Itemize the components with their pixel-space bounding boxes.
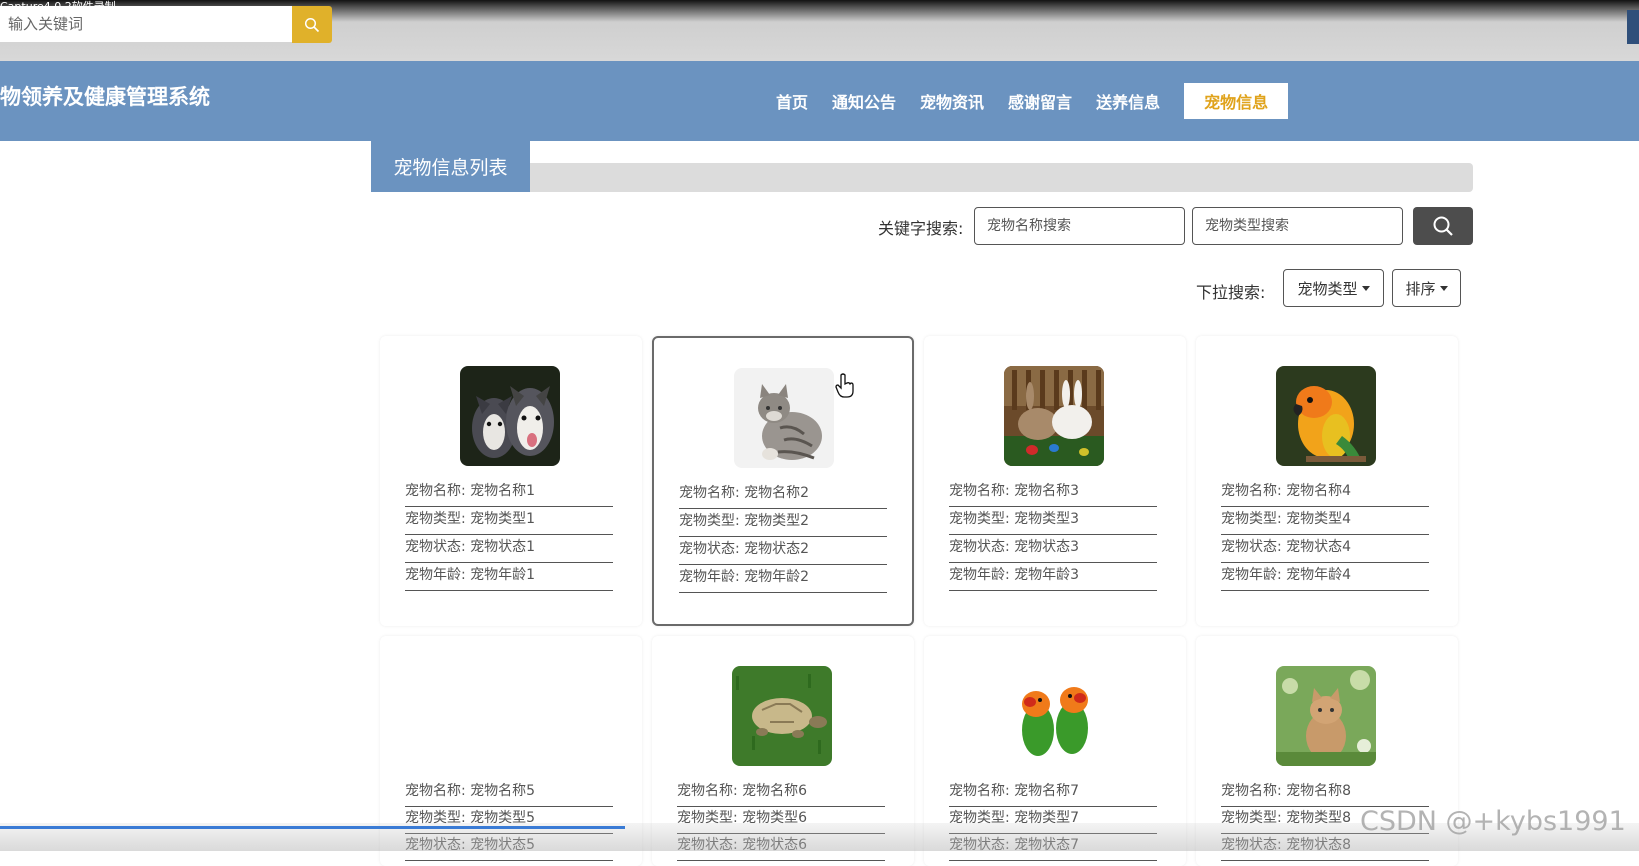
pet-name-field: 宠物名称: 宠物名称7 [949, 780, 1157, 807]
pet-type-search-input[interactable] [1192, 207, 1403, 245]
nav-notices[interactable]: 通知公告 [832, 89, 896, 113]
pet-image-kitten[interactable] [1276, 666, 1376, 766]
nav-pet-news[interactable]: 宠物资讯 [920, 89, 984, 113]
pet-age-field: 宠物年龄: 宠物年龄2 [679, 566, 887, 593]
pet-image-tortoise[interactable] [732, 666, 832, 766]
pet-status-field: 宠物状态: 宠物状态1 [405, 536, 613, 563]
pet-name-field: 宠物名称: 宠物名称8 [1221, 780, 1429, 807]
pet-type-field: 宠物类型: 宠物类型1 [405, 508, 613, 535]
window-edge [1627, 10, 1639, 44]
pet-age-field: 宠物年龄: 宠物年龄1 [405, 564, 613, 591]
main-nav: 首页 通知公告 宠物资讯 感谢留言 送养信息 宠物信息 [776, 83, 1289, 119]
keyword-search-label: 关键字搜索: [878, 219, 964, 238]
nav-thanks-messages[interactable]: 感谢留言 [1008, 89, 1072, 113]
site-header: 物领养及健康管理系统 首页 通知公告 宠物资讯 感谢留言 送养信息 宠物信息 [0, 61, 1639, 141]
pet-name-field: 宠物名称: 宠物名称6 [677, 780, 885, 807]
pet-type-dropdown[interactable]: 宠物类型 [1283, 269, 1384, 307]
pet-name-field: 宠物名称: 宠物名称2 [679, 482, 887, 509]
pet-name-field: 宠物名称: 宠物名称5 [405, 780, 613, 807]
caret-down-icon [1361, 285, 1370, 291]
section-title: 宠物信息列表 [371, 141, 530, 192]
caret-down-icon [1439, 285, 1448, 291]
pet-card[interactable]: 宠物名称: 宠物名称1 宠物类型: 宠物类型1 宠物状态: 宠物状态1 宠物年龄… [380, 336, 642, 626]
nav-pet-info[interactable]: 宠物信息 [1184, 83, 1289, 119]
top-search-input[interactable] [0, 6, 292, 42]
pet-card[interactable]: 宠物名称: 宠物名称2 宠物类型: 宠物类型2 宠物状态: 宠物状态2 宠物年龄… [652, 336, 914, 626]
pet-type-field: 宠物类型: 宠物类型4 [1221, 508, 1429, 535]
pet-status-field: 宠物状态: 宠物状态3 [949, 536, 1157, 563]
pet-type-field: 宠物类型: 宠物类型3 [949, 508, 1157, 535]
sort-dropdown-label: 排序 [1405, 279, 1436, 298]
progress-strip [0, 826, 625, 829]
pet-age-field: 宠物年龄: 宠物年龄4 [1221, 564, 1429, 591]
pet-image-lovebirds[interactable] [1004, 666, 1104, 766]
pet-age-field: 宠物年龄: 宠物年龄3 [949, 564, 1157, 591]
pet-status-field: 宠物状态: 宠物状态2 [679, 538, 887, 565]
pet-name-field: 宠物名称: 宠物名称3 [949, 480, 1157, 507]
pet-image-tabby-cat[interactable] [734, 368, 834, 468]
search-button[interactable] [1413, 207, 1473, 245]
site-title: 物领养及健康管理系统 [0, 85, 210, 109]
browser-top-strip: Capture4.0.2软件录制 [0, 0, 1639, 61]
pet-image-rabbits[interactable] [1004, 366, 1104, 466]
pet-name-field: 宠物名称: 宠物名称1 [405, 480, 613, 507]
watermark: CSDN @+kybs1991 [1360, 806, 1626, 837]
pet-image-husky-puppies[interactable] [460, 366, 560, 466]
nav-rehoming-info[interactable]: 送养信息 [1096, 89, 1160, 113]
search-icon [1433, 216, 1453, 236]
pet-name-search-input[interactable] [974, 207, 1185, 245]
nav-home[interactable]: 首页 [776, 89, 808, 113]
pet-image-parrot[interactable] [1276, 366, 1376, 466]
section-title-bar [530, 163, 1473, 192]
hand-cursor-icon [835, 373, 855, 403]
sort-dropdown[interactable]: 排序 [1392, 269, 1461, 307]
pet-name-field: 宠物名称: 宠物名称4 [1221, 480, 1429, 507]
pet-card[interactable]: 宠物名称: 宠物名称4 宠物类型: 宠物类型4 宠物状态: 宠物状态4 宠物年龄… [1196, 336, 1458, 626]
pet-status-field: 宠物状态: 宠物状态4 [1221, 536, 1429, 563]
pet-type-field: 宠物类型: 宠物类型2 [679, 510, 887, 537]
search-icon [304, 17, 320, 32]
top-search-button[interactable] [292, 6, 332, 43]
pet-type-dropdown-label: 宠物类型 [1297, 279, 1358, 298]
pet-card[interactable]: 宠物名称: 宠物名称3 宠物类型: 宠物类型3 宠物状态: 宠物状态3 宠物年龄… [924, 336, 1186, 626]
dropdown-search-label: 下拉搜索: [1196, 283, 1266, 302]
